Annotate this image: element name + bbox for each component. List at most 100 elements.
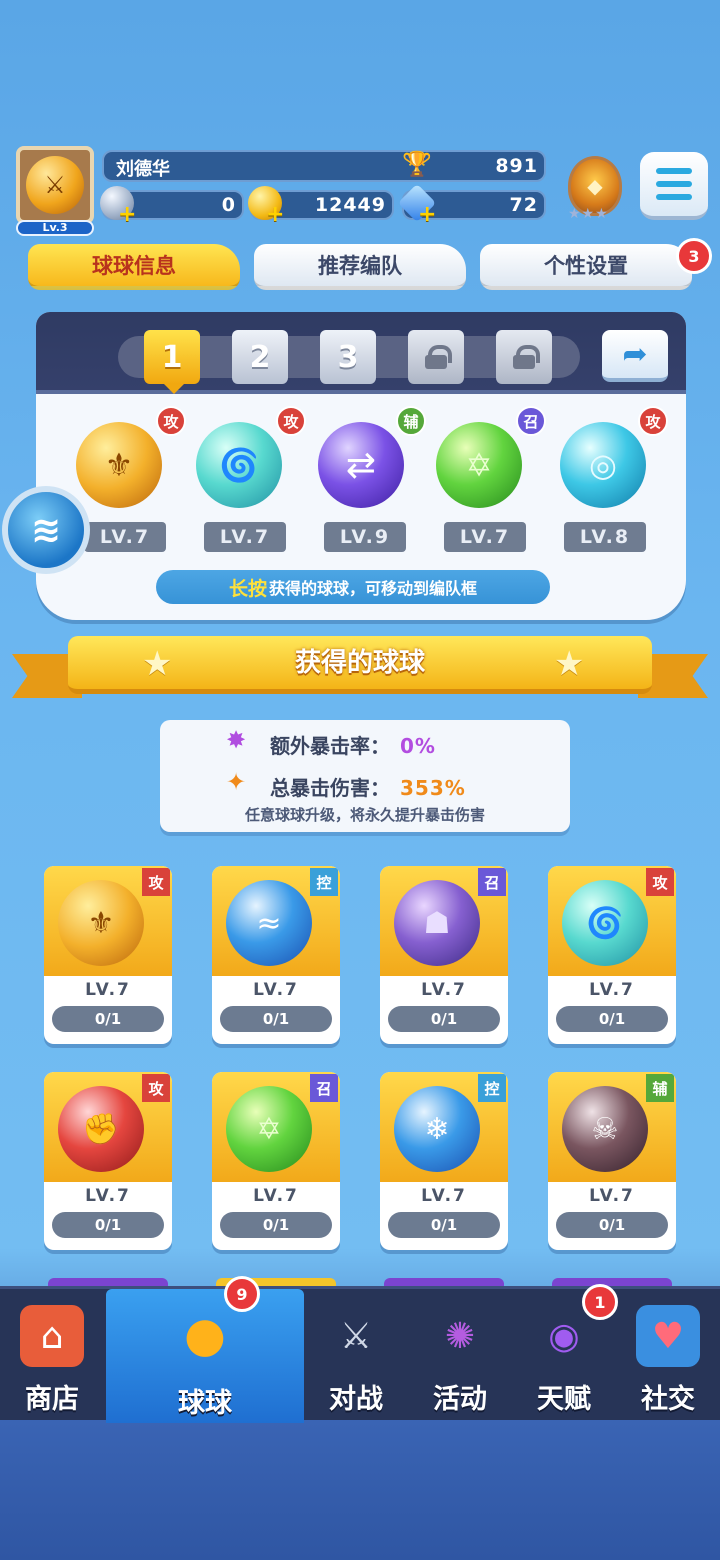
player-avatar[interactable]: ⚔ — [16, 146, 94, 224]
tab-recommended-team[interactable]: 推荐编队 — [254, 244, 466, 290]
silver-coin-counter[interactable]: + 0 — [100, 186, 244, 227]
player-name-bar: 刘德华 🏆 891 — [102, 150, 546, 182]
skull-icon: ☠ — [562, 1086, 648, 1172]
team-ball-level: LV.9 — [324, 522, 406, 552]
silver-value: 0 — [221, 194, 236, 216]
knight-helmet-icon: ⚜ — [76, 422, 162, 508]
team-ball-1[interactable]: ⚜ 攻 — [70, 406, 186, 514]
knight-helmet-icon: ⚜ — [58, 880, 144, 966]
ball-level: LV.7 — [589, 1186, 635, 1206]
gem-value: 72 — [509, 194, 538, 216]
extra-crit-line: 额外暴击率： 0% — [270, 730, 436, 759]
team-ball-level: LV.8 — [564, 522, 646, 552]
tab-ball-info[interactable]: 球球信息 — [28, 244, 240, 290]
share-icon: ➦ — [622, 336, 648, 372]
ball-card[interactable]: ☗ 召 LV.7 0/1 — [380, 866, 508, 1044]
menu-button[interactable] — [640, 152, 708, 220]
gold-coin-counter[interactable]: + 12449 — [248, 186, 394, 227]
tornado-icon: 🌀 — [562, 880, 648, 966]
ball-progress: 0/1 — [556, 1006, 668, 1032]
share-button[interactable]: ➦ — [602, 330, 668, 382]
ball-level: LV.7 — [253, 980, 299, 1000]
ball-card[interactable]: ☠ 辅 LV.7 0/1 — [548, 1072, 676, 1250]
background-bottom — [0, 1420, 720, 1560]
gem-counter[interactable]: + 72 — [397, 183, 546, 227]
rank-badge[interactable]: ◆ ★★★ — [562, 150, 628, 222]
team-ball-level: LV.7 — [444, 522, 526, 552]
hamburger-icon — [656, 168, 692, 174]
swap-arrow-icon: ⇄ — [318, 422, 404, 508]
nav-balls[interactable]: ● 球球 — [106, 1289, 304, 1423]
add-silver-icon[interactable]: + — [118, 202, 137, 228]
selected-slot-pointer — [164, 384, 184, 394]
nav-events[interactable]: ✺ 活动 — [408, 1289, 512, 1423]
hint-text: 获得的球球，可移动到编队框 — [269, 579, 478, 598]
type-tag: 攻 — [646, 868, 674, 896]
total-crit-line: 总暴击伤害： 353% — [270, 772, 466, 801]
snowflake-icon: ❄ — [394, 1086, 480, 1172]
team-ball-3[interactable]: ⇄ 辅 — [312, 406, 426, 514]
crossed-swords-icon: ⚔ — [339, 1315, 373, 1357]
ball-card[interactable]: ✡ 召 LV.7 0/1 — [212, 1072, 340, 1250]
tab-personal-settings[interactable]: 个性设置 — [480, 244, 692, 290]
ball-card[interactable]: ≈ 控 LV.7 0/1 — [212, 866, 340, 1044]
ball-card[interactable]: ✊ 攻 LV.7 0/1 — [44, 1072, 172, 1250]
gold-value: 12449 — [314, 194, 386, 216]
nav-label: 商店 — [25, 1384, 79, 1415]
ball-progress: 0/1 — [388, 1006, 500, 1032]
wave-icon: ≈ — [226, 880, 312, 966]
extra-crit-label: 额外暴击率： — [270, 734, 390, 758]
type-tag: 召 — [516, 406, 546, 436]
talent-notification-badge: 1 — [582, 1284, 618, 1320]
type-tag: 攻 — [142, 868, 170, 896]
nav-battle[interactable]: ⚔ 对战 — [304, 1289, 408, 1423]
crit-note: 任意球球升级，将永久提升暴击伤害 — [244, 806, 485, 824]
nav-social[interactable]: ♥ 社交 — [616, 1289, 720, 1423]
trophy-icon: 🏆 — [402, 150, 432, 178]
star-icon: ★ — [142, 644, 173, 684]
ball-progress: 0/1 — [52, 1212, 164, 1238]
ball-card[interactable]: ❄ 控 LV.7 0/1 — [380, 1072, 508, 1250]
hint-bar: 长按 获得的球球，可移动到编队框 — [156, 570, 550, 604]
ball-progress: 0/1 — [220, 1006, 332, 1032]
extra-crit-value: 0% — [400, 734, 436, 758]
add-gem-icon[interactable]: + — [418, 202, 437, 228]
ball-progress: 0/1 — [52, 1006, 164, 1032]
nav-label: 球球 — [178, 1388, 232, 1419]
ghost-icon: ☗ — [394, 880, 480, 966]
team-slot-2[interactable]: 2 — [232, 330, 288, 384]
trophy-count: 891 — [495, 155, 538, 177]
nav-shop[interactable]: ⌂ 商店 — [0, 1289, 104, 1423]
add-gold-icon[interactable]: + — [266, 202, 285, 228]
type-tag: 控 — [478, 1074, 506, 1102]
team-ball-2[interactable]: 🌀 攻 — [190, 406, 306, 514]
nav-label: 社交 — [641, 1384, 695, 1415]
type-tag: 召 — [310, 1074, 338, 1102]
team-slot-locked-4[interactable] — [408, 330, 464, 384]
ball-progress: 0/1 — [556, 1212, 668, 1238]
nav-label: 天赋 — [537, 1384, 591, 1415]
ball-card[interactable]: ⚜ 攻 LV.7 0/1 — [44, 866, 172, 1044]
floating-whale-button[interactable]: ≋ — [2, 486, 90, 574]
settings-notification-badge: 3 — [676, 238, 712, 274]
whale-icon: ≋ — [30, 509, 62, 551]
knight-helmet-icon: ⚔ — [26, 156, 84, 214]
balls-notification-badge: 9 — [224, 1276, 260, 1312]
team-ball-5[interactable]: ◎ 攻 — [550, 406, 668, 514]
type-tag: 辅 — [396, 406, 426, 436]
ball-card[interactable]: 🌀 攻 LV.7 0/1 — [548, 866, 676, 1044]
total-crit-label: 总暴击伤害： — [270, 776, 390, 800]
crit-damage-icon: ✦ — [226, 768, 247, 796]
team-ball-4[interactable]: ✡ 召 — [430, 406, 546, 514]
team-slot-1[interactable]: 1 — [144, 330, 200, 384]
ball-level: LV.7 — [421, 980, 467, 1000]
team-slot-locked-5[interactable] — [496, 330, 552, 384]
type-tag: 攻 — [142, 1074, 170, 1102]
ball-level: LV.7 — [253, 1186, 299, 1206]
lock-icon — [425, 345, 452, 369]
ball-level: LV.7 — [85, 980, 131, 1000]
team-ball-level: LV.7 — [84, 522, 166, 552]
team-slot-3[interactable]: 3 — [320, 330, 376, 384]
type-tag: 控 — [310, 868, 338, 896]
owned-balls-banner: 获得的球球 ★ ★ — [12, 636, 708, 700]
